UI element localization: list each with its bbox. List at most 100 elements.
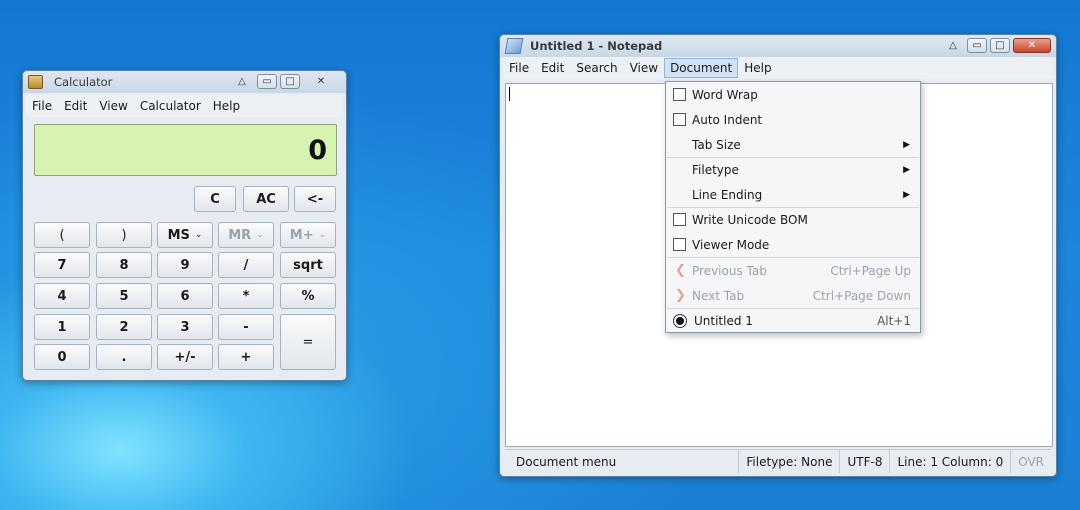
maximize-button[interactable]: □ <box>280 74 300 89</box>
calculator-titlebar[interactable]: Calculator △ ▭ □ ✕ <box>23 71 346 93</box>
minimize-button[interactable]: ▭ <box>967 38 987 53</box>
all-clear-button[interactable]: AC <box>243 186 289 212</box>
status-message: Document menu <box>516 454 617 469</box>
menu-item-line-ending[interactable]: Line Ending ▶ <box>666 182 920 207</box>
menu-item-filetype[interactable]: Filetype ▶ <box>666 157 920 182</box>
menu-search[interactable]: Search <box>570 58 623 78</box>
clear-button[interactable]: C <box>194 186 236 212</box>
menu-item-word-wrap[interactable]: Word Wrap <box>666 82 920 107</box>
menu-item-viewer-mode[interactable]: Viewer Mode <box>666 232 920 257</box>
write-bom-label: Write Unicode BOM <box>692 212 808 227</box>
submenu-arrow-icon: ▶ <box>903 189 910 200</box>
sqrt-button[interactable]: sqrt <box>280 252 336 278</box>
auto-indent-label: Auto Indent <box>692 112 763 127</box>
menu-item-auto-indent[interactable]: Auto Indent <box>666 107 920 132</box>
digit-3-button[interactable]: 3 <box>157 314 213 340</box>
viewer-mode-label: Viewer Mode <box>692 237 770 252</box>
memory-store-button[interactable]: MS ⌄ <box>157 222 213 248</box>
calculator-display: 0 <box>34 124 337 176</box>
notepad-titlebar[interactable]: Untitled 1 - Notepad △ ▭ □ ✕ <box>500 35 1056 57</box>
menu-item-untitled-1[interactable]: Untitled 1 Alt+1 <box>666 308 920 333</box>
menu-help[interactable]: Help <box>207 96 246 116</box>
notepad-menubar: File Edit Search View Document Help <box>503 57 1053 79</box>
memory-store-label: MS <box>167 227 190 243</box>
close-button[interactable]: ✕ <box>1013 38 1051 53</box>
previous-tab-icon: ❮ <box>675 263 686 278</box>
document-menu-dropdown: Word Wrap Auto Indent Tab Size ▶ Filetyp… <box>665 81 921 333</box>
calculator-menubar: File Edit View Calculator Help <box>26 95 343 117</box>
digit-5-button[interactable]: 5 <box>96 283 152 309</box>
menu-document[interactable]: Document <box>664 58 739 78</box>
menu-view[interactable]: View <box>624 58 664 78</box>
negate-button[interactable]: +/- <box>157 344 213 370</box>
previous-tab-label: Previous Tab <box>692 263 767 278</box>
menu-edit[interactable]: Edit <box>58 96 93 116</box>
viewer-mode-checkbox[interactable] <box>673 238 686 251</box>
notepad-title: Untitled 1 - Notepad <box>530 39 663 53</box>
close-paren-button[interactable]: ) <box>96 222 152 248</box>
shade-button[interactable]: △ <box>235 74 249 89</box>
write-bom-checkbox[interactable] <box>673 213 686 226</box>
shade-button[interactable]: △ <box>946 38 960 53</box>
calculator-app-icon <box>28 75 43 89</box>
untitled-label: Untitled 1 <box>694 313 753 328</box>
multiply-button[interactable]: * <box>218 283 274 309</box>
calculator-title: Calculator <box>54 75 113 89</box>
word-wrap-checkbox[interactable] <box>673 88 686 101</box>
untitled-radio[interactable] <box>673 313 687 328</box>
memory-add-label: M+ <box>289 227 314 243</box>
word-wrap-label: Word Wrap <box>692 87 758 102</box>
calculator-window: Calculator △ ▭ □ ✕ File Edit View Calcul… <box>22 70 347 381</box>
digit-2-button[interactable]: 2 <box>96 314 152 340</box>
status-encoding: UTF-8 <box>839 450 889 473</box>
digit-6-button[interactable]: 6 <box>157 283 213 309</box>
decimal-button[interactable]: . <box>96 344 152 370</box>
digit-9-button[interactable]: 9 <box>157 252 213 278</box>
tab-size-label: Tab Size <box>692 137 741 152</box>
status-bar: Document menu Filetype: None UTF-8 Line:… <box>505 449 1051 473</box>
next-tab-shortcut: Ctrl+Page Down <box>812 288 911 303</box>
menu-item-previous-tab[interactable]: ❮ Previous Tab Ctrl+Page Up <box>666 258 920 283</box>
status-position: Line: 1 Column: 0 <box>889 450 1010 473</box>
backspace-button[interactable]: <- <box>294 186 336 212</box>
previous-tab-shortcut: Ctrl+Page Up <box>830 263 911 278</box>
next-tab-icon: ❯ <box>675 288 686 303</box>
menu-item-write-unicode-bom[interactable]: Write Unicode BOM <box>666 207 920 232</box>
memory-add-button[interactable]: M+ ⌄ <box>280 222 336 248</box>
untitled-shortcut: Alt+1 <box>877 313 911 328</box>
menu-help[interactable]: Help <box>738 58 777 78</box>
notepad-app-icon <box>504 38 524 54</box>
digit-1-button[interactable]: 1 <box>34 314 90 340</box>
minimize-button[interactable]: ▭ <box>257 74 277 89</box>
text-caret <box>509 87 510 101</box>
menu-file[interactable]: File <box>26 96 58 116</box>
menu-view[interactable]: View <box>93 96 133 116</box>
submenu-arrow-icon: ▶ <box>903 139 910 150</box>
digit-8-button[interactable]: 8 <box>96 252 152 278</box>
line-ending-label: Line Ending <box>692 187 763 202</box>
menu-edit[interactable]: Edit <box>535 58 570 78</box>
open-paren-button[interactable]: ( <box>34 222 90 248</box>
submenu-arrow-icon: ▶ <box>903 164 910 175</box>
menu-item-tab-size[interactable]: Tab Size ▶ <box>666 132 920 157</box>
digit-4-button[interactable]: 4 <box>34 283 90 309</box>
menu-item-next-tab[interactable]: ❯ Next Tab Ctrl+Page Down <box>666 283 920 308</box>
maximize-button[interactable]: □ <box>990 38 1010 53</box>
digit-0-button[interactable]: 0 <box>34 344 90 370</box>
close-button[interactable]: ✕ <box>310 74 332 89</box>
filetype-label: Filetype <box>692 162 739 177</box>
equals-button[interactable]: = <box>280 314 336 370</box>
memory-recall-button[interactable]: MR ⌄ <box>218 222 274 248</box>
chevron-down-icon: ⌄ <box>256 230 264 240</box>
digit-7-button[interactable]: 7 <box>34 252 90 278</box>
next-tab-label: Next Tab <box>692 288 745 303</box>
divide-button[interactable]: / <box>218 252 274 278</box>
chevron-down-icon: ⌄ <box>318 230 327 240</box>
menu-file[interactable]: File <box>503 58 535 78</box>
menu-calculator[interactable]: Calculator <box>134 96 207 116</box>
minus-button[interactable]: - <box>218 314 274 340</box>
auto-indent-checkbox[interactable] <box>673 113 686 126</box>
status-overwrite-mode: OVR <box>1010 450 1051 473</box>
plus-button[interactable]: + <box>218 344 274 370</box>
percent-button[interactable]: % <box>280 283 336 309</box>
